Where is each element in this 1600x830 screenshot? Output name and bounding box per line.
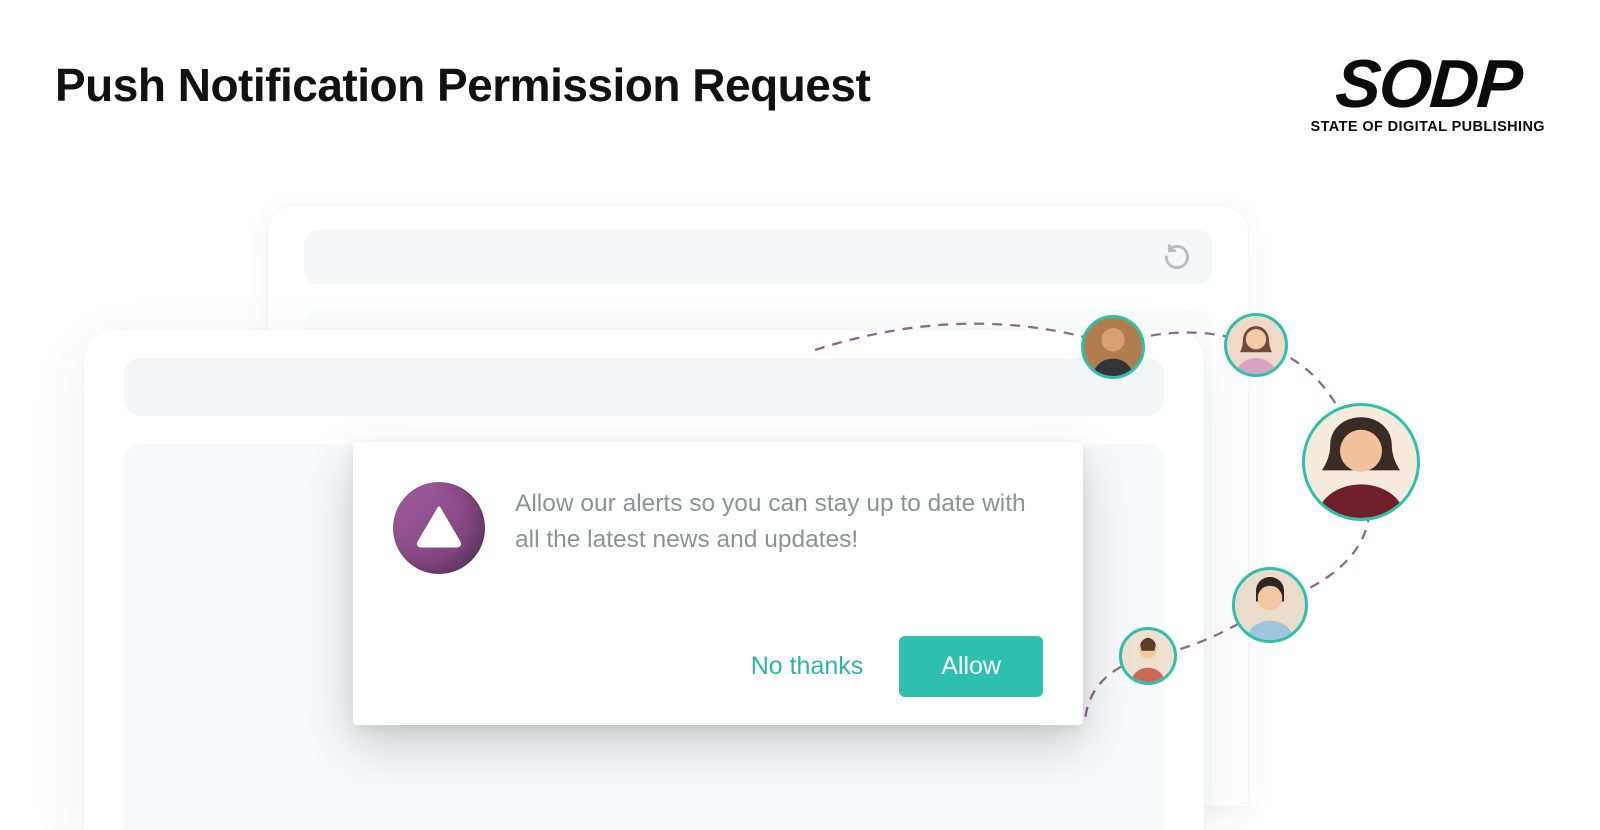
allow-button[interactable]: Allow — [899, 636, 1043, 697]
address-bar-back — [304, 230, 1212, 284]
brand-logo: SODP STATE OF DIGITAL PUBLISHING — [1311, 54, 1545, 135]
avatar — [1081, 315, 1145, 379]
refresh-icon — [1162, 242, 1192, 272]
avatar — [1224, 313, 1288, 377]
avatar — [1302, 403, 1420, 521]
brand-name: SODP — [1308, 54, 1547, 115]
decline-button[interactable]: No thanks — [751, 652, 864, 681]
address-bar-front — [124, 358, 1164, 416]
avatar — [1232, 567, 1308, 643]
triangle-up-icon — [393, 482, 485, 574]
permission-dialog: Allow our alerts so you can stay up to d… — [353, 442, 1083, 725]
dialog-message: Allow our alerts so you can stay up to d… — [515, 476, 1043, 559]
avatar — [1119, 627, 1177, 685]
page-title: Push Notification Permission Request — [55, 58, 870, 112]
